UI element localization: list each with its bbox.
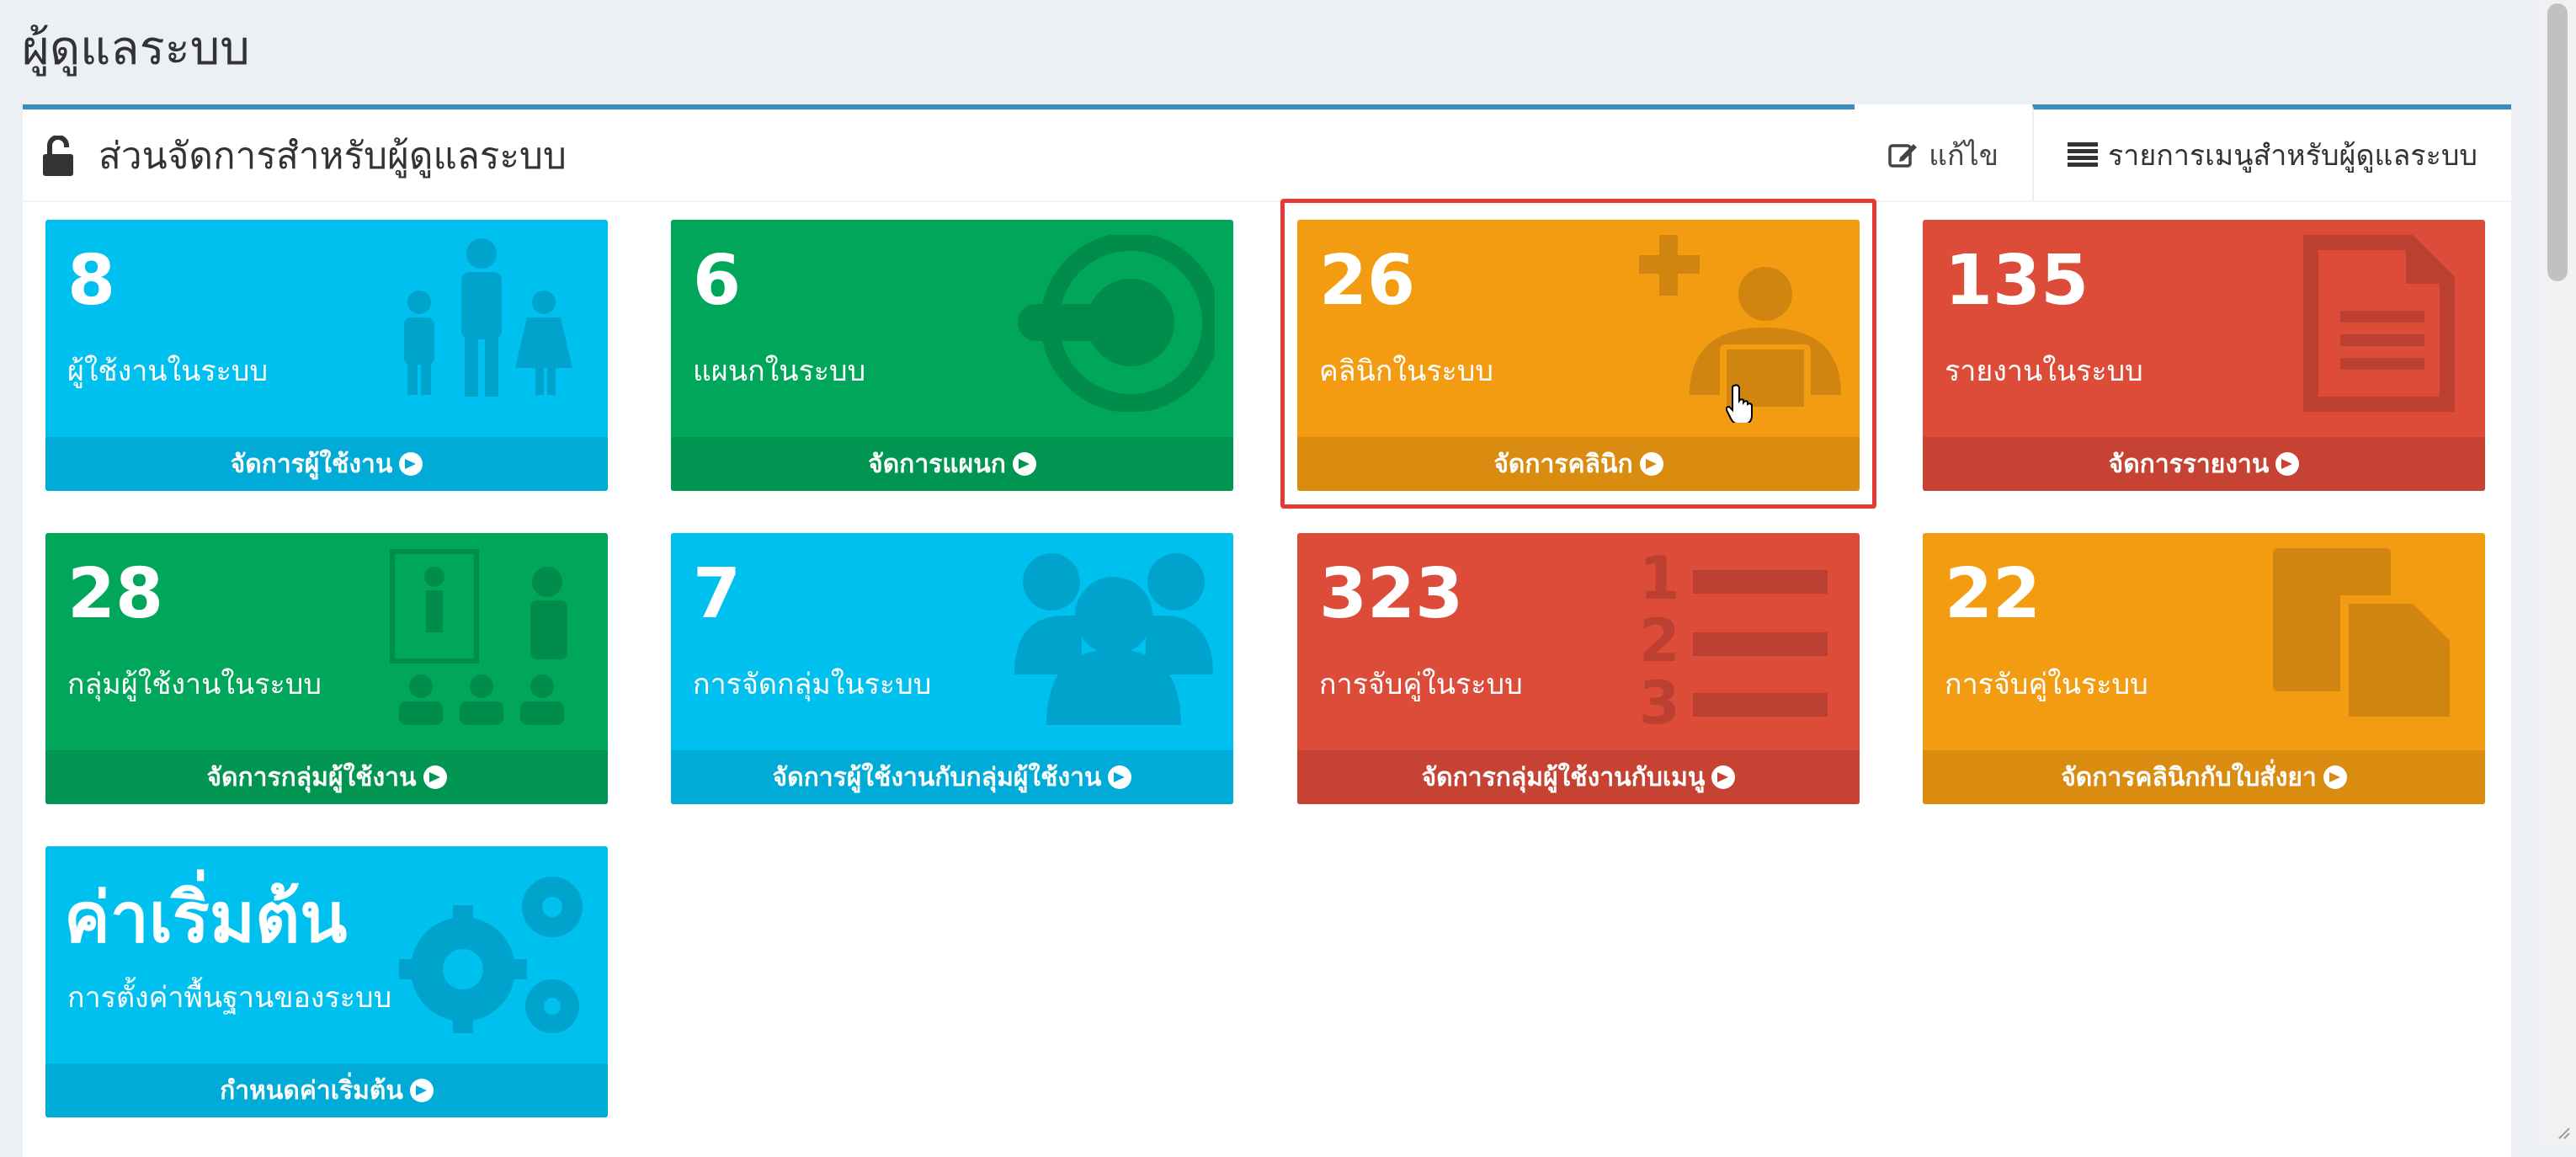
tab-edit[interactable]: แก้ไข	[1855, 104, 2032, 200]
footer-label: จัดการแผนก	[868, 449, 1006, 479]
footer-label: จัดการรายงาน	[2108, 449, 2270, 479]
footer-label: กำหนดค่าเริ่มต้น	[220, 1075, 403, 1106]
set-defaults-link[interactable]: กำหนดค่าเริ่มต้น	[45, 1064, 608, 1117]
arrow-circle-right-icon	[1012, 452, 1036, 476]
tile-label: กลุ่มผู้ใช้งานในระบบ	[67, 668, 322, 701]
footer-label: จัดการกลุ่มผู้ใช้งาน	[206, 762, 417, 792]
tile-value: 22	[1945, 554, 2041, 634]
document-icon	[2303, 235, 2455, 412]
list-icon	[2067, 142, 2098, 168]
tile-value: 6	[693, 241, 742, 321]
tile-value: 8	[67, 241, 116, 321]
group-icon	[1014, 553, 1213, 725]
edit-icon	[1888, 141, 1919, 169]
tile-value: ค่าเริ่มต้น	[64, 878, 348, 958]
manage-group-menu-link[interactable]: จัดการกลุ่มผู้ใช้งานกับเมนู	[1297, 750, 1860, 804]
arrow-circle-right-icon	[1711, 765, 1736, 789]
box-title-text: ส่วนจัดการสำหรับผู้ดูแลระบบ	[98, 135, 567, 178]
resize-grip-icon	[2558, 1128, 2570, 1139]
tile-users: 8 ผู้ใช้งานในระบบ จัดการผู้ใช้งาน	[45, 220, 608, 491]
hand-pointer-icon	[1726, 384, 1753, 423]
tile-reports: 135 รายงานในระบบ จัดการรายงาน	[1923, 220, 2485, 491]
footer-label: จัดการผู้ใช้งาน	[230, 449, 393, 479]
arrow-circle-right-icon	[423, 765, 447, 789]
footer-label: จัดการกลุ่มผู้ใช้งานกับเมนู	[1421, 762, 1706, 792]
tile-clinic-prescription: 22 การจับคู่ในระบบ จัดการคลินิกกับใบสั่ง…	[1923, 533, 2485, 804]
tile-label: แผนกในระบบ	[693, 355, 866, 388]
tile-value: 7	[693, 554, 742, 634]
tile-label: การจับคู่ในระบบ	[1945, 668, 2148, 701]
manage-reports-link[interactable]: จัดการรายงาน	[1923, 437, 2485, 491]
arrow-circle-right-icon	[399, 452, 423, 476]
tile-defaults: ค่าเริ่มต้น การตั้งค่าพื้นฐานของระบบ กำห…	[45, 846, 608, 1117]
svg-text:2: 2	[1639, 606, 1680, 675]
copy-files-icon	[2273, 548, 2458, 725]
scrollbar-thumb[interactable]	[2547, 3, 2568, 281]
arrow-circle-right-icon	[2323, 765, 2347, 789]
tile-user-groups: 28 กลุ่มผู้ใช้งานในระบบ จัดการกลุ่มผู้ใช…	[45, 533, 608, 804]
tile-value: 135	[1945, 241, 2089, 321]
tile-menu-mapping: 323 การจับคู่ในระบบ 1 2 3 จัดการกลุ่มผู้…	[1297, 533, 1860, 804]
footer-label: จัดการคลินิกกับใบสั่งยา	[2061, 762, 2317, 792]
tile-label: ผู้ใช้งานในระบบ	[67, 355, 269, 388]
box-tabs: แก้ไข รายการเมนูสำหรับผู้ดูแลระบบ	[1855, 104, 2511, 200]
manage-clinic-prescription-link[interactable]: จัดการคลินิกกับใบสั่งยา	[1923, 750, 2485, 804]
arrow-circle-right-icon	[2275, 452, 2300, 476]
vertical-scrollbar[interactable]	[2539, 0, 2576, 1145]
footer-label: จัดการผู้ใช้งานกับกลุ่มผู้ใช้งาน	[772, 762, 1102, 792]
manage-user-groups-link[interactable]: จัดการกลุ่มผู้ใช้งาน	[45, 750, 608, 804]
arrow-circle-right-icon	[1639, 452, 1663, 476]
box-title: ส่วนจัดการสำหรับผู้ดูแลระบบ	[43, 126, 567, 185]
manage-clinics-link[interactable]: จัดการคลินิก	[1297, 437, 1860, 491]
manage-departments-link[interactable]: จัดการแผนก	[671, 437, 1233, 491]
presentation-icon	[390, 549, 567, 725]
arrow-circle-right-icon	[409, 1079, 434, 1102]
tile-label: รายงานในระบบ	[1945, 355, 2143, 388]
page-title: ผู้ดูแลระบบ	[22, 21, 250, 76]
manage-users-in-groups-link[interactable]: จัดการผู้ใช้งานกับกลุ่มผู้ใช้งาน	[671, 750, 1233, 804]
arrow-circle-right-icon	[1108, 765, 1132, 789]
tile-departments: 6 แผนกในระบบ จัดการแผนก	[671, 220, 1233, 491]
tab-admin-menu-label: รายการเมนูสำหรับผู้ดูแลระบบ	[2107, 139, 2478, 173]
tile-label: การตั้งค่าพื้นฐานของระบบ	[67, 981, 392, 1015]
svg-text:1: 1	[1639, 548, 1680, 613]
footer-label: จัดการคลินิก	[1493, 449, 1633, 479]
tile-clinics: 26 คลินิกในระบบ จัดการคลินิก	[1297, 220, 1860, 491]
tile-label: การจับคู่ในระบบ	[1319, 668, 1523, 701]
tile-label: คลินิกในระบบ	[1319, 355, 1493, 388]
tile-value: 323	[1319, 554, 1464, 634]
users-standing-icon	[404, 238, 572, 397]
unlock-icon	[43, 135, 73, 176]
tab-edit-label: แก้ไข	[1929, 139, 1999, 173]
tile-value: 28	[67, 554, 164, 634]
department-icon	[1018, 235, 1215, 412]
tab-admin-menu[interactable]: รายการเมนูสำหรับผู้ดูแลระบบ	[2031, 104, 2511, 200]
numbered-list-icon: 1 2 3	[1639, 548, 1828, 725]
gears-icon	[399, 877, 583, 1033]
tile-value: 26	[1319, 241, 1416, 321]
svg-text:3: 3	[1639, 669, 1680, 725]
tile-label: การจัดกลุ่มในระบบ	[693, 668, 932, 701]
box-header: ส่วนจัดการสำหรับผู้ดูแลระบบ แก้ไข รายการ…	[23, 104, 2511, 202]
manage-users-link[interactable]: จัดการผู้ใช้งาน	[45, 437, 608, 491]
tile-grouping: 7 การจัดกลุ่มในระบบ จัดการผู้ใช้งานกับกล…	[671, 533, 1233, 804]
